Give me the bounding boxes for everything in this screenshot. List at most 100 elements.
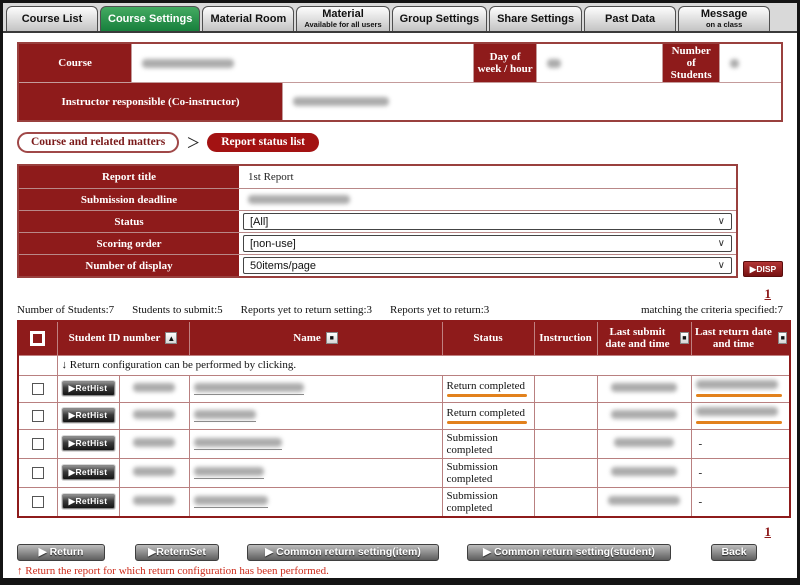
row-checkbox[interactable]	[32, 410, 44, 422]
footer-button-back[interactable]: Back	[711, 544, 757, 561]
student-id-blurred	[133, 438, 175, 447]
submission-deadline-row: Submission deadline	[19, 188, 736, 210]
student-name-link-blurred[interactable]	[194, 410, 256, 422]
tab-message[interactable]: Message on a class	[678, 6, 770, 31]
report-title-value: 1st Report	[243, 171, 294, 183]
tab-label: Group Settings	[400, 14, 479, 25]
tab-strip: Course List Course Settings Material Roo…	[3, 3, 797, 33]
table-row: ▶RetHist Return completed	[18, 402, 790, 429]
sort-ascending-icon[interactable]: ▲	[165, 332, 177, 344]
summary-stat: Students to submit:5	[132, 304, 222, 316]
course-label: Course	[19, 44, 131, 82]
tab-past-data[interactable]: Past Data	[584, 6, 676, 31]
table-row: ▶RetHist Submission completed -	[18, 487, 790, 517]
scoring-order-select-value: [non-use]	[250, 238, 296, 250]
blurred-text	[547, 59, 561, 68]
status-text: Submission completed	[447, 490, 498, 514]
status-filter-row: Status [All] ∨	[19, 210, 736, 232]
pagination-top: 1	[3, 285, 797, 303]
blurred-text	[194, 383, 304, 392]
scoring-order-label: Scoring order	[19, 233, 239, 254]
table-row: ▶RetHist Submission completed -	[18, 429, 790, 458]
rethist-button[interactable]: ▶RetHist	[62, 494, 115, 509]
day-of-week-value-blurred	[536, 44, 663, 82]
tab-course-settings[interactable]: Course Settings	[100, 6, 200, 31]
student-id-blurred	[133, 383, 175, 392]
student-name-link-blurred[interactable]	[194, 467, 264, 479]
status-text: Return completed	[447, 407, 526, 419]
row-checkbox[interactable]	[32, 438, 44, 450]
tab-material[interactable]: Material Available for all users	[296, 6, 389, 31]
sort-toggle-icon[interactable]: ■	[778, 332, 787, 344]
last-submit-date-blurred	[611, 410, 677, 419]
return-config-note: ↓ Return configuration can be performed …	[57, 355, 790, 375]
blurred-text	[194, 410, 256, 419]
instruction-cell	[534, 458, 597, 487]
blurred-text	[194, 467, 264, 476]
rethist-button[interactable]: ▶RetHist	[62, 465, 115, 480]
footer-button-return[interactable]: ▶ Return	[17, 544, 105, 561]
breadcrumb-parent-link[interactable]: Course and related matters	[17, 132, 179, 153]
status-text: Return completed	[447, 380, 526, 392]
student-name-link-blurred[interactable]	[194, 496, 268, 508]
status-select[interactable]: [All] ∨	[243, 213, 732, 230]
disp-button[interactable]: ▶DISP	[743, 261, 783, 277]
page-number-link[interactable]: 1	[765, 286, 772, 301]
report-title-row: Report title 1st Report	[19, 166, 736, 188]
tab-label: Share Settings	[497, 14, 574, 25]
table-row: ▶RetHist Return completed	[18, 375, 790, 402]
no-return-dash: -	[699, 438, 703, 450]
tab-label: Message	[701, 9, 747, 20]
student-name-link-blurred[interactable]	[194, 383, 304, 395]
status-select-value: [All]	[250, 216, 268, 228]
student-id-blurred	[133, 467, 175, 476]
tab-share-settings[interactable]: Share Settings	[489, 6, 582, 31]
tab-group-settings[interactable]: Group Settings	[392, 6, 487, 31]
blurred-text	[194, 438, 282, 447]
pagination-bottom: 1	[3, 523, 797, 541]
row-checkbox[interactable]	[32, 496, 44, 508]
instruction-cell	[534, 487, 597, 517]
last-return-date-blurred	[696, 380, 778, 389]
last-return-date-blurred	[696, 407, 778, 416]
day-of-week-label: Day of week / hour	[474, 44, 536, 82]
sort-toggle-icon[interactable]: ■	[326, 332, 338, 344]
report-status-page: Course List Course Settings Material Roo…	[0, 0, 800, 585]
status-filter-label: Status	[19, 211, 239, 232]
course-value-blurred	[131, 44, 474, 82]
student-name-link-blurred[interactable]	[194, 438, 282, 450]
number-of-display-select[interactable]: 50items/page ∨	[243, 257, 732, 274]
tab-label: Course Settings	[108, 14, 192, 25]
last-return-header: Last return date and time	[694, 326, 774, 350]
tab-course-list[interactable]: Course List	[6, 6, 98, 31]
orange-highlight-line	[447, 421, 527, 424]
status-header: Status	[442, 321, 534, 355]
report-title-label: Report title	[19, 166, 239, 188]
num-students-value-blurred	[719, 44, 781, 82]
select-all-checkbox[interactable]	[30, 331, 45, 346]
summary-stats-matching: matching the criteria specified:7	[641, 304, 783, 316]
chevron-down-icon: ∨	[718, 260, 725, 271]
summary-stat: Reports yet to return setting:3	[241, 304, 372, 316]
course-info-row-2: Instructor responsible (Co-instructor)	[19, 82, 781, 120]
scoring-order-select[interactable]: [non-use] ∨	[243, 235, 732, 252]
submission-deadline-label: Submission deadline	[19, 189, 239, 210]
student-id-blurred	[133, 410, 175, 419]
sort-toggle-icon[interactable]: ■	[680, 332, 688, 344]
footer-button-reternset[interactable]: ▶ReternSet	[135, 544, 219, 561]
blurred-text	[730, 59, 739, 68]
footer-button-common-return-setting-student[interactable]: ▶ Common return setting(student)	[467, 544, 671, 561]
row-checkbox[interactable]	[32, 383, 44, 395]
tab-material-room[interactable]: Material Room	[202, 6, 294, 31]
summary-stat: Number of Students:7	[17, 304, 114, 316]
footer-button-common-return-setting-item[interactable]: ▶ Common return setting(item)	[247, 544, 439, 561]
page-number-link[interactable]: 1	[765, 524, 772, 539]
instruction-cell	[534, 375, 597, 402]
tab-sublabel: Available for all users	[304, 21, 381, 29]
number-of-display-row: Number of display 50items/page ∨	[19, 254, 736, 276]
rethist-button[interactable]: ▶RetHist	[62, 436, 115, 451]
rethist-button[interactable]: ▶RetHist	[62, 381, 115, 396]
orange-highlight-line	[447, 394, 527, 397]
row-checkbox[interactable]	[32, 467, 44, 479]
rethist-button[interactable]: ▶RetHist	[62, 408, 115, 423]
